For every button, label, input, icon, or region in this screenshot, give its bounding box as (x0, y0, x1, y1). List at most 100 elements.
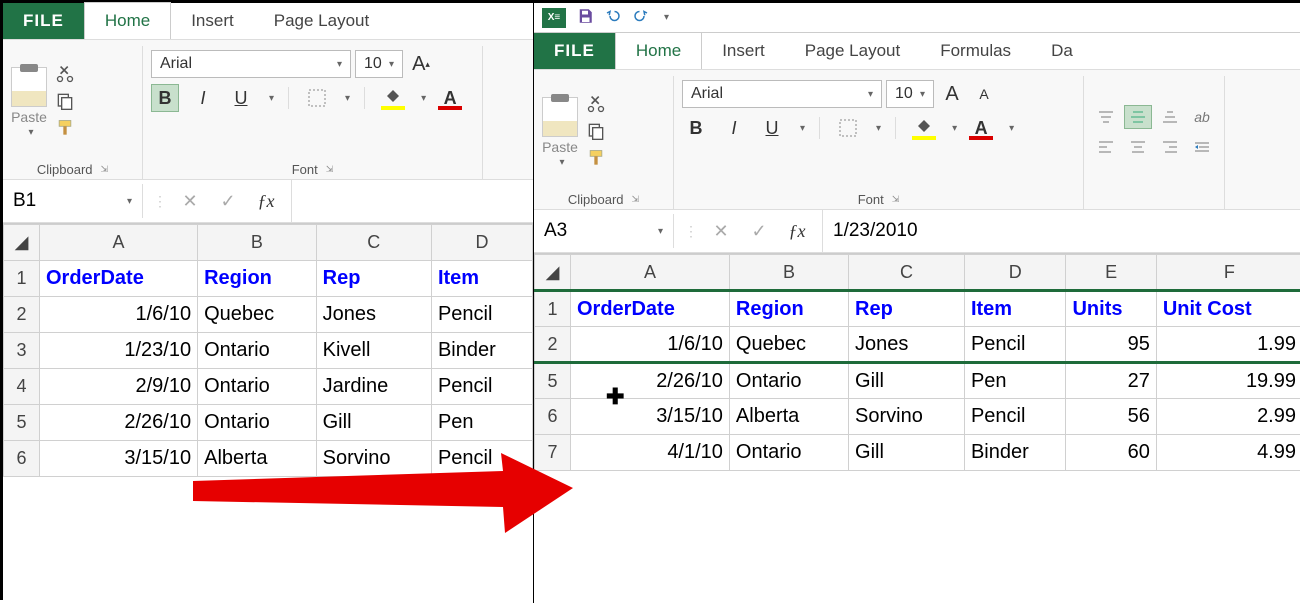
center-align-button[interactable] (1124, 135, 1152, 159)
tab-home[interactable]: Home (84, 2, 171, 39)
dialog-launcher-icon[interactable]: ⇲ (632, 194, 640, 205)
cut-icon[interactable] (55, 64, 75, 87)
cell[interactable]: Ontario (729, 435, 848, 471)
cell[interactable]: Quebec (198, 297, 317, 333)
italic-button[interactable]: I (720, 114, 748, 142)
dialog-launcher-icon[interactable]: ⇲ (892, 194, 900, 205)
cell[interactable]: Alberta (198, 441, 317, 477)
tab-file[interactable]: FILE (534, 33, 615, 69)
grow-font-button[interactable]: A (938, 80, 966, 108)
insert-function-button[interactable]: ƒx (251, 186, 281, 216)
orientation-button[interactable]: ab (1188, 105, 1216, 129)
cell[interactable]: Jones (316, 297, 431, 333)
select-all-corner[interactable]: ◢ (4, 225, 40, 261)
select-all-corner[interactable]: ◢ (535, 255, 571, 291)
paste-button[interactable]: Paste ▾ (11, 67, 47, 138)
tab-formulas[interactable]: Formulas (920, 33, 1031, 69)
col-header[interactable]: F (1156, 255, 1300, 291)
cell[interactable]: 1/6/10 (571, 327, 730, 363)
cell[interactable]: Region (729, 291, 848, 327)
cell[interactable]: Rep (849, 291, 965, 327)
cell[interactable]: 4.99 (1156, 435, 1300, 471)
row-header[interactable]: 1 (535, 291, 571, 327)
font-size-select[interactable]: 10▾ (355, 50, 403, 78)
border-button[interactable] (303, 84, 331, 112)
row-header[interactable]: 1 (4, 261, 40, 297)
formula-input[interactable] (291, 180, 533, 222)
cell[interactable]: 1/6/10 (40, 297, 198, 333)
border-button[interactable] (834, 114, 862, 142)
font-size-select[interactable]: 10▾ (886, 80, 934, 108)
format-painter-icon[interactable] (586, 148, 606, 171)
row-header[interactable]: 7 (535, 435, 571, 471)
col-header[interactable]: A (571, 255, 730, 291)
cell[interactable]: 1/23/10 (40, 333, 198, 369)
cell[interactable]: Binder (431, 333, 532, 369)
row-header[interactable]: 6 (535, 399, 571, 435)
cancel-formula-button[interactable]: ✕ (175, 186, 205, 216)
cell[interactable]: Region (198, 261, 317, 297)
decrease-indent-button[interactable] (1188, 135, 1216, 159)
accept-formula-button[interactable]: ✓ (213, 186, 243, 216)
row-header[interactable]: 4 (4, 369, 40, 405)
col-header[interactable]: B (198, 225, 317, 261)
row-header[interactable]: 2 (4, 297, 40, 333)
insert-function-button[interactable]: ƒx (782, 216, 812, 246)
tab-page-layout[interactable]: Page Layout (785, 33, 920, 69)
cell[interactable]: Binder (964, 435, 1066, 471)
copy-icon[interactable] (55, 91, 75, 114)
dialog-launcher-icon[interactable]: ⇲ (101, 164, 109, 175)
cell[interactable]: Item (431, 261, 532, 297)
cell[interactable]: Gill (316, 405, 431, 441)
col-header[interactable]: D (431, 225, 532, 261)
worksheet-grid[interactable]: ◢ A B C D E F 1 OrderDate Region Rep Ite… (534, 253, 1300, 471)
cell[interactable]: 19.99 (1156, 363, 1300, 399)
cell[interactable]: Gill (849, 363, 965, 399)
cell[interactable]: OrderDate (571, 291, 730, 327)
redo-icon[interactable] (632, 7, 650, 28)
row-header[interactable]: 5 (4, 405, 40, 441)
customize-qat-icon[interactable]: ▾ (664, 12, 669, 23)
tab-home[interactable]: Home (615, 32, 702, 69)
format-painter-icon[interactable] (55, 118, 75, 141)
cell[interactable]: 4/1/10 (571, 435, 730, 471)
cell[interactable]: Pen (431, 405, 532, 441)
tab-insert[interactable]: Insert (171, 3, 254, 39)
font-color-button[interactable]: A (436, 84, 464, 112)
fill-color-button[interactable] (910, 114, 938, 142)
row-header[interactable]: 5 (535, 363, 571, 399)
middle-align-button[interactable] (1124, 105, 1152, 129)
cell[interactable]: Ontario (729, 363, 848, 399)
cell[interactable]: Ontario (198, 405, 317, 441)
right-align-button[interactable] (1156, 135, 1184, 159)
cell[interactable]: 95 (1066, 327, 1156, 363)
name-box[interactable]: A3▾ (534, 214, 674, 248)
cell[interactable]: 2/26/10 (40, 405, 198, 441)
cell[interactable]: 3/15/10 (571, 399, 730, 435)
cell[interactable]: Units (1066, 291, 1156, 327)
fill-color-button[interactable] (379, 84, 407, 112)
paste-button[interactable]: Paste ▾ (542, 97, 578, 168)
cell[interactable]: Item (964, 291, 1066, 327)
cell[interactable]: Jardine (316, 369, 431, 405)
cell[interactable]: 2/9/10 (40, 369, 198, 405)
cell[interactable]: 2.99 (1156, 399, 1300, 435)
cell[interactable]: Kivell (316, 333, 431, 369)
col-header[interactable]: D (964, 255, 1066, 291)
font-name-select[interactable]: Arial▾ (682, 80, 882, 108)
copy-icon[interactable] (586, 121, 606, 144)
cell[interactable]: Ontario (198, 369, 317, 405)
col-header[interactable]: B (729, 255, 848, 291)
cell[interactable]: Gill (849, 435, 965, 471)
underline-button[interactable]: U (758, 114, 786, 142)
bottom-align-button[interactable] (1156, 105, 1184, 129)
left-align-button[interactable] (1092, 135, 1120, 159)
tab-page-layout[interactable]: Page Layout (254, 3, 389, 39)
cell[interactable]: OrderDate (40, 261, 198, 297)
row-header[interactable]: 6 (4, 441, 40, 477)
top-align-button[interactable] (1092, 105, 1120, 129)
dialog-launcher-icon[interactable]: ⇲ (326, 164, 334, 175)
cell[interactable]: 2/26/10 (571, 363, 730, 399)
col-header[interactable]: A (40, 225, 198, 261)
font-color-button[interactable]: A (967, 114, 995, 142)
